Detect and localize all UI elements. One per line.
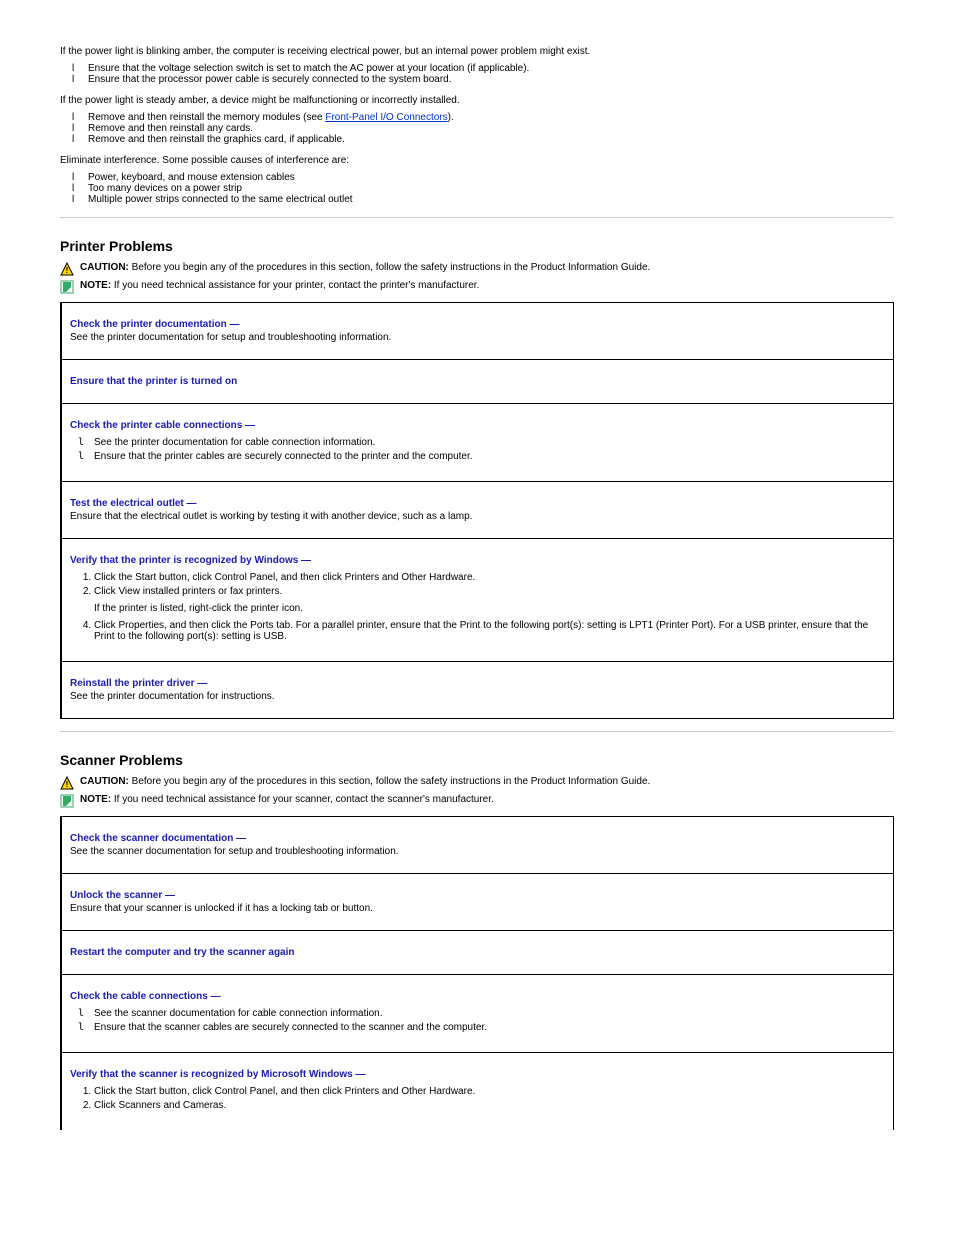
printer-table: Check the printer documentation — See th… bbox=[60, 302, 894, 719]
list-item: lRemove and then reinstall any cards. bbox=[88, 123, 894, 134]
caution-icon: ! bbox=[60, 262, 74, 276]
table-row: Restart the computer and try the scanner… bbox=[61, 931, 894, 975]
row-heading: Check the scanner documentation — bbox=[70, 833, 246, 844]
list-item: Ensure that the scanner cables are secur… bbox=[94, 1022, 885, 1033]
note-label: NOTE: bbox=[80, 794, 111, 805]
list-item: lToo many devices on a power strip bbox=[88, 183, 894, 194]
note-label: NOTE: bbox=[80, 280, 111, 291]
list-item: Click Properties, and then click the Por… bbox=[94, 620, 885, 642]
list-item: lEnsure that the voltage selection switc… bbox=[88, 63, 894, 74]
note-text: If you need technical assistance for you… bbox=[114, 280, 479, 291]
caution-text: Before you begin any of the procedures i… bbox=[132, 262, 651, 273]
row-text: Ensure that your scanner is unlocked if … bbox=[70, 903, 885, 914]
table-row: Check the cable connections — See the sc… bbox=[61, 975, 894, 1053]
intro-line-2: If the power light is steady amber, a de… bbox=[60, 95, 894, 106]
divider bbox=[60, 217, 894, 218]
list-item: lRemove and then reinstall the graphics … bbox=[88, 134, 894, 145]
caution-notice: ! CAUTION: Before you begin any of the p… bbox=[60, 776, 894, 790]
table-row: Check the scanner documentation — See th… bbox=[61, 817, 894, 874]
printer-section-title: Printer Problems bbox=[60, 238, 894, 254]
row-text: If the printer is listed, right-click th… bbox=[94, 603, 885, 614]
list-item: lEnsure that the processor power cable i… bbox=[88, 74, 894, 85]
row-heading: Reinstall the printer driver — bbox=[70, 678, 207, 689]
note-text: If you need technical assistance for you… bbox=[114, 794, 494, 805]
svg-text:!: ! bbox=[66, 780, 69, 789]
intro-bullets-3: lPower, keyboard, and mouse extension ca… bbox=[60, 172, 894, 205]
table-row: Check the printer cable connections — Se… bbox=[61, 404, 894, 482]
scanner-section-title: Scanner Problems bbox=[60, 752, 894, 768]
row-heading: Check the printer cable connections — bbox=[70, 420, 885, 431]
note-icon bbox=[60, 280, 74, 294]
list-item: Click the Start button, click Control Pa… bbox=[94, 572, 885, 583]
front-panel-link[interactable]: Front-Panel I/O Connectors bbox=[325, 112, 447, 123]
intro-line-3: Eliminate interference. Some possible ca… bbox=[60, 155, 894, 166]
caution-label: CAUTION: bbox=[80, 262, 129, 273]
row-text: Ensure that the electrical outlet is wor… bbox=[70, 511, 885, 522]
svg-text:!: ! bbox=[66, 266, 69, 275]
list-item: Ensure that the printer cables are secur… bbox=[94, 451, 885, 462]
table-row: Verify that the scanner is recognized by… bbox=[61, 1053, 894, 1131]
row-heading: Verify that the printer is recognized by… bbox=[70, 555, 885, 566]
row-heading: Test the electrical outlet — bbox=[70, 498, 197, 509]
list-item: Click the Start button, click Control Pa… bbox=[94, 1086, 885, 1097]
caution-notice: ! CAUTION: Before you begin any of the p… bbox=[60, 262, 894, 276]
list-item: Click Scanners and Cameras. bbox=[94, 1100, 885, 1111]
table-row: Verify that the printer is recognized by… bbox=[61, 539, 894, 662]
row-heading: Check the printer documentation — bbox=[70, 319, 885, 330]
note-notice: NOTE: If you need technical assistance f… bbox=[60, 794, 894, 808]
caution-label: CAUTION: bbox=[80, 776, 129, 787]
row-text: See the printer documentation for setup … bbox=[70, 332, 885, 343]
list-item: lMultiple power strips connected to the … bbox=[88, 194, 894, 205]
caution-text: Before you begin any of the procedures i… bbox=[132, 776, 651, 787]
scanner-table: Check the scanner documentation — See th… bbox=[60, 816, 894, 1130]
row-text: See the printer documentation for instru… bbox=[70, 691, 885, 702]
list-item: lRemove and then reinstall the memory mo… bbox=[88, 112, 894, 123]
row-text: See the scanner documentation for setup … bbox=[70, 846, 885, 857]
table-row: Check the printer documentation — See th… bbox=[61, 303, 894, 360]
intro-line-1: If the power light is blinking amber, th… bbox=[60, 46, 894, 57]
table-row: Test the electrical outlet — Ensure that… bbox=[61, 482, 894, 539]
caution-icon: ! bbox=[60, 776, 74, 790]
table-row: Reinstall the printer driver — See the p… bbox=[61, 662, 894, 719]
row-heading: Check the cable connections — bbox=[70, 991, 885, 1002]
table-row: Ensure that the printer is turned on bbox=[61, 360, 894, 404]
row-heading: Ensure that the printer is turned on bbox=[70, 376, 885, 387]
note-icon bbox=[60, 794, 74, 808]
table-row: Unlock the scanner — Ensure that your sc… bbox=[61, 874, 894, 931]
divider bbox=[60, 731, 894, 732]
intro-bullets-1: lEnsure that the voltage selection switc… bbox=[60, 63, 894, 85]
intro-bullets-2: lRemove and then reinstall the memory mo… bbox=[60, 112, 894, 145]
row-heading: Verify that the scanner is recognized by… bbox=[70, 1069, 885, 1080]
list-item: Click View installed printers or fax pri… bbox=[94, 586, 885, 597]
row-heading: Unlock the scanner — bbox=[70, 890, 175, 901]
note-notice: NOTE: If you need technical assistance f… bbox=[60, 280, 894, 294]
list-item: See the printer documentation for cable … bbox=[94, 437, 885, 448]
list-item: lPower, keyboard, and mouse extension ca… bbox=[88, 172, 894, 183]
list-item: See the scanner documentation for cable … bbox=[94, 1008, 885, 1019]
row-heading: Restart the computer and try the scanner… bbox=[70, 947, 885, 958]
